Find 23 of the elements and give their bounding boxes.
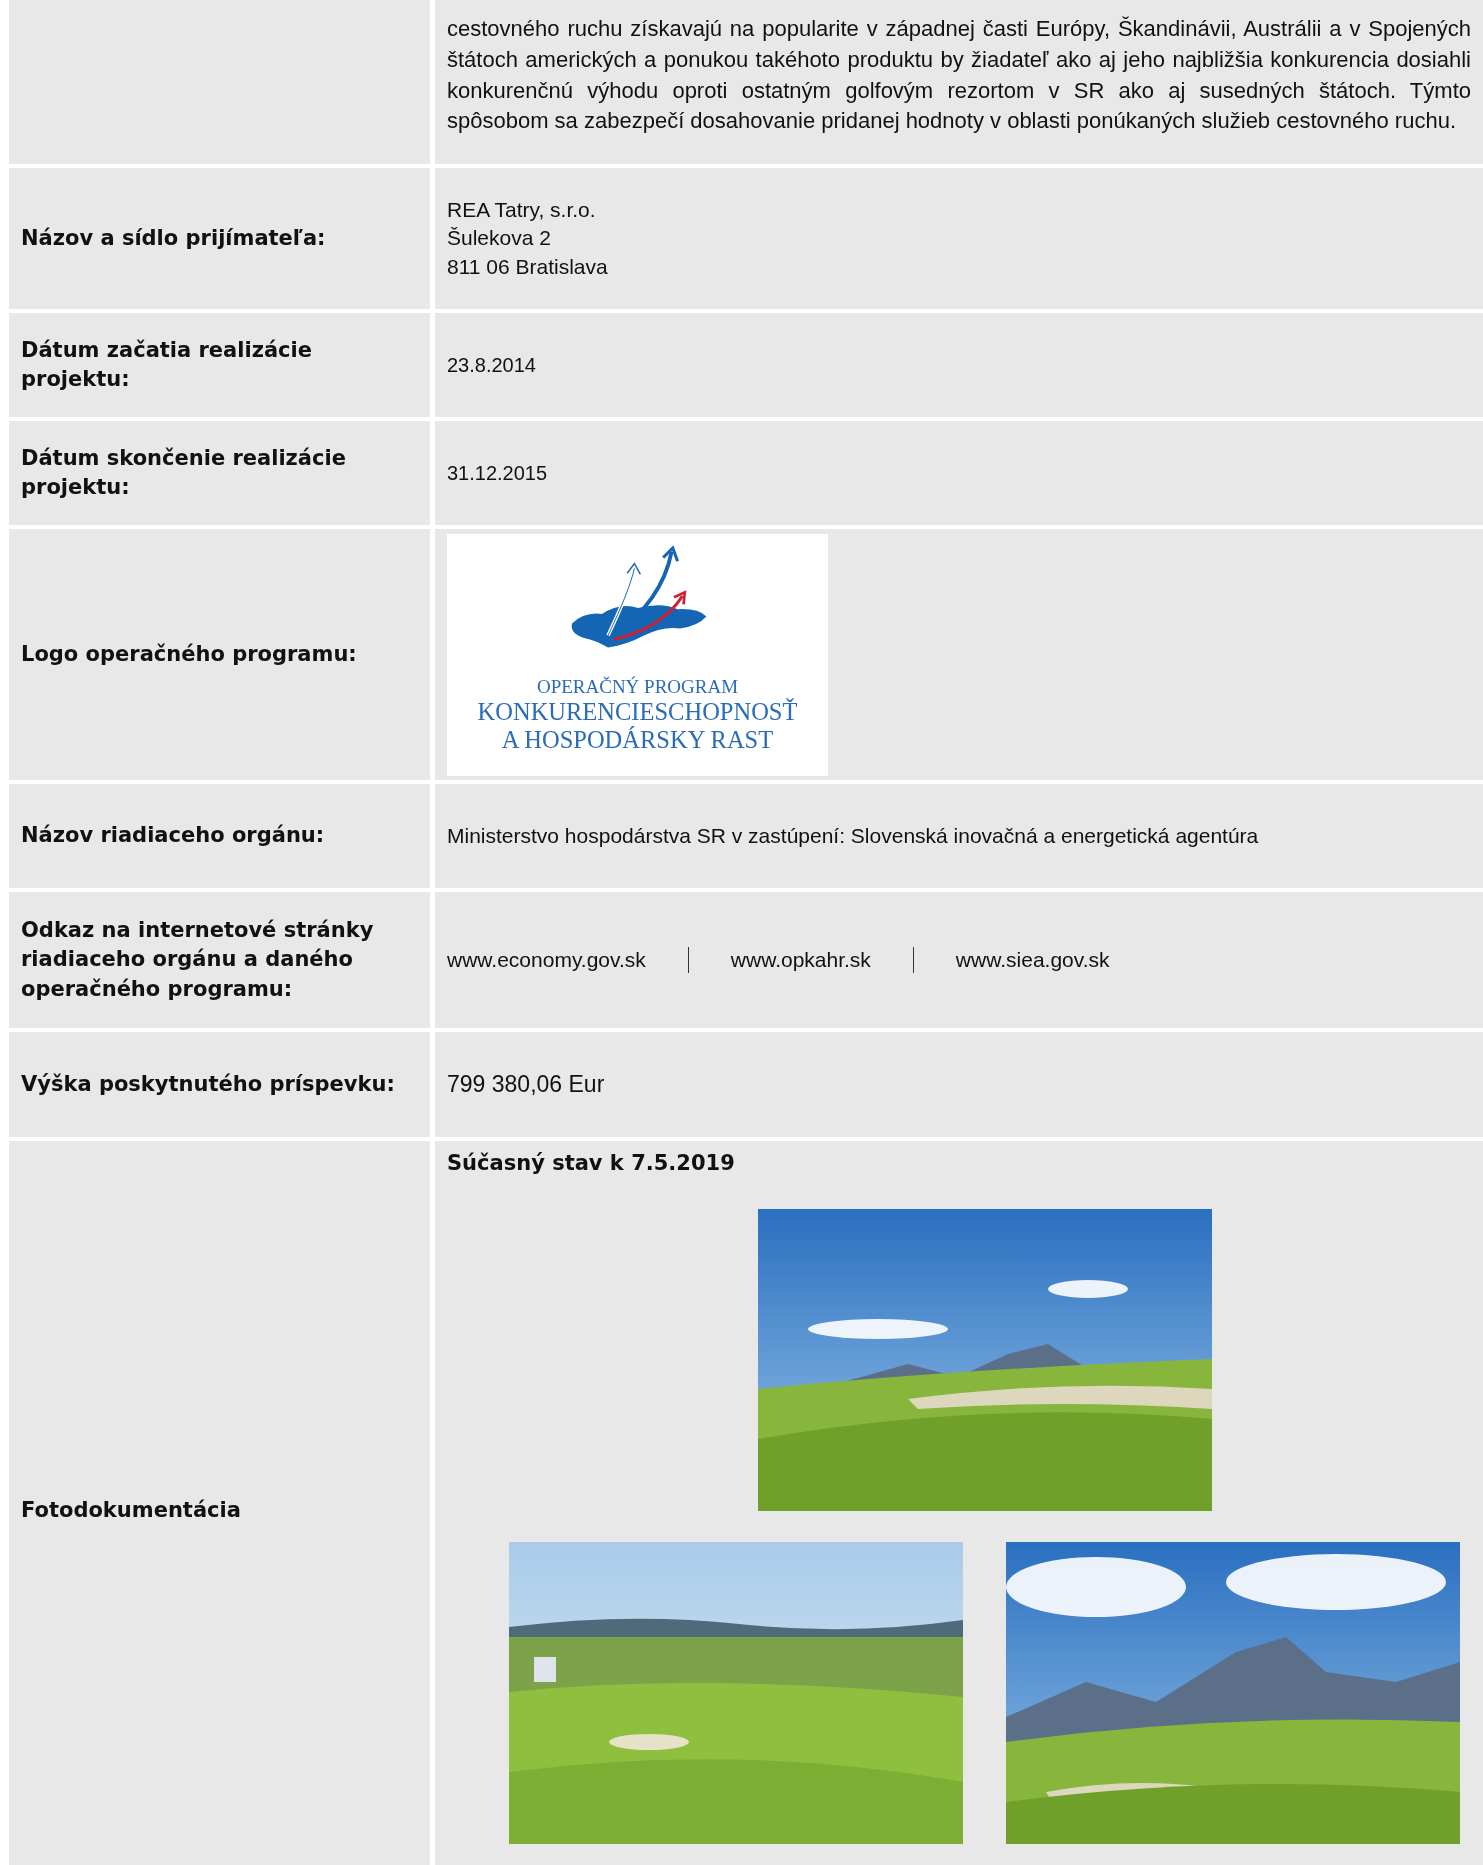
logo-heading: OPERAČNÝ PROGRAM [536, 675, 739, 698]
field-label: Fotodokumentácia [21, 1497, 241, 1525]
website-link[interactable]: www.opkahr.sk [730, 945, 871, 975]
field-label: Logo operačného programu: [21, 640, 357, 668]
field-label: Výška poskytnutého príspevku: [21, 1070, 395, 1098]
field-label: Názov riadiaceho orgánu: [21, 822, 325, 850]
field-label: Dátum skončenie realizácie projektu: [21, 444, 347, 501]
address-line: 811 06 Bratislava [447, 253, 608, 280]
address-line: REA Tatry, s.r.o. [447, 197, 597, 223]
field-label: Odkaz na internetové stránky riadiaceho orgánu a daného operačného programu: [21, 916, 375, 1003]
website-link[interactable]: www.siea.gov.sk [955, 945, 1110, 975]
logo-title: A HOSPODÁRSKY RAST [501, 725, 774, 754]
description-paragraph: cestovného ruchu získavajú na popularite v západnej časti Európy, Škandinávii, Austrálii a v Spojených štátoch amerických a ponukou takéhoto produktu by žiadateľ ako aj jeho najbližšia konkurencia dosiahli konkurenčnú výhodu oproti ostatným golfovým rezortom v SR ako aj susedných štátoch. Týmto spôsobom sa zabezpečí dosahovanie pridanej hodnoty v oblasti ponúkaných služieb cestovného ruchu. [447, 15, 1471, 136]
logo-title: KONKURENCIESCHOPNOSŤ [477, 697, 798, 726]
date-value: 23.8.2014 [447, 352, 536, 378]
section-heading: Súčasný stav k 7.5.2019 [447, 1151, 736, 1175]
address-line: Šulekova 2 [447, 225, 552, 252]
field-label: Názov a sídlo prijímateľa: [21, 224, 326, 252]
field-label: Dátum začatia realizácie projektu: [21, 336, 313, 393]
date-value: 31.12.2015 [447, 460, 548, 486]
website-link[interactable]: www.economy.gov.sk [447, 945, 646, 975]
amount-value: 799 380,06 Eur [447, 1069, 605, 1099]
value-text: Ministerstvo hospodárstva SR v zastúpení: Slovenská inovačná a energetická agentúra [447, 822, 1259, 849]
